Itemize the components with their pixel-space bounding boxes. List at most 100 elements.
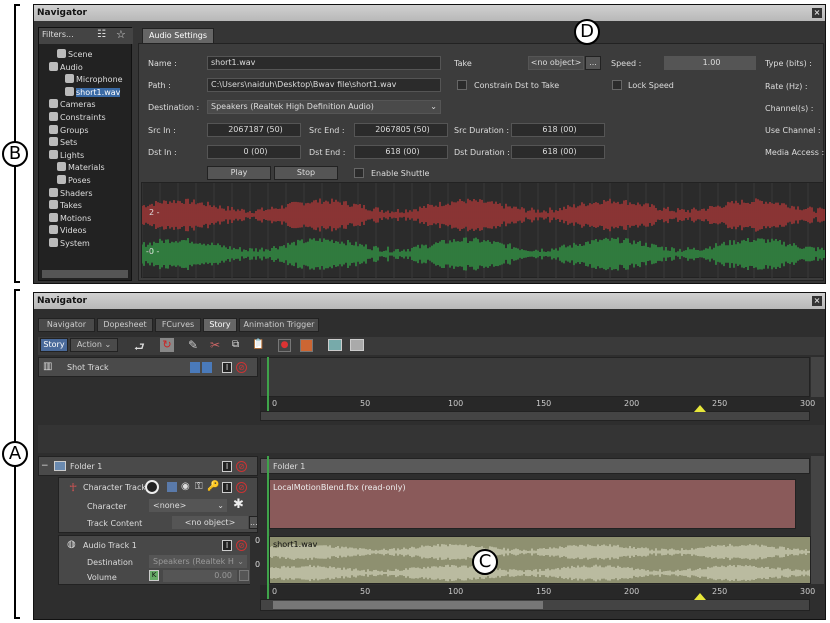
tree-h-scrollbar[interactable] <box>41 269 129 279</box>
volume-extra-icon[interactable] <box>239 570 249 581</box>
mode-story-button[interactable]: Story <box>40 338 68 352</box>
shot-h-scrollbar[interactable] <box>260 411 810 421</box>
paste-icon[interactable]: 📋 <box>252 339 264 350</box>
audio-clip[interactable]: short1.wav <box>269 536 811 584</box>
take-field[interactable]: <no object> <box>528 56 584 70</box>
tab-audio-settings[interactable]: Audio Settings <box>142 28 214 44</box>
shot-end-marker[interactable] <box>694 405 706 412</box>
media-access-label: Media Access : <box>765 148 825 157</box>
tree-item[interactable]: Cameras <box>49 99 96 111</box>
char-swap-icon[interactable] <box>167 482 177 492</box>
tab-navigator[interactable]: Navigator <box>38 318 95 332</box>
scroll-thumb[interactable] <box>273 601 543 609</box>
tab-story[interactable]: Story <box>203 318 237 332</box>
folder-mute-icon[interactable]: I <box>222 461 232 472</box>
character-clip[interactable]: LocalMotionBlend.fbx (read-only) <box>269 479 796 529</box>
audio-mute-icon[interactable]: I <box>222 540 232 551</box>
shot-playhead[interactable] <box>267 357 269 411</box>
tree-item[interactable]: Lights <box>49 149 84 162</box>
tab-animation-trigger[interactable]: Animation Trigger <box>239 318 319 332</box>
src-end-field[interactable]: 2067805 (50) <box>354 123 448 137</box>
volume-field[interactable]: 0.00 <box>163 570 237 582</box>
edit-icon[interactable]: ✎ <box>188 338 198 352</box>
audio-disable-icon[interactable]: ⊘ <box>236 540 247 551</box>
shuttle-checkbox[interactable] <box>354 168 364 178</box>
name-field[interactable]: short1.wav <box>207 56 441 70</box>
dst-end-field[interactable]: 618 (00) <box>354 145 448 159</box>
tree-item[interactable]: Scene <box>57 49 92 61</box>
cut-icon[interactable]: ✂ <box>210 338 220 352</box>
tree-node-icon <box>49 212 58 222</box>
folder-lane[interactable]: Folder 1 <box>260 458 810 474</box>
speed-field[interactable]: 1.00 <box>664 56 756 70</box>
target-circle-icon[interactable] <box>145 480 159 494</box>
shot-track-lane[interactable] <box>260 357 810 397</box>
shot-side-controls[interactable] <box>811 357 824 397</box>
constrain-checkbox[interactable] <box>457 80 467 90</box>
tab-fcurves[interactable]: FCurves <box>155 318 201 332</box>
record-icon[interactable]: ↻ <box>160 338 174 352</box>
undo-arrow-icon[interactable]: ⮐ <box>134 338 145 359</box>
copy-icon[interactable]: ⧉ <box>232 339 239 350</box>
tree-item[interactable]: Takes <box>49 200 82 212</box>
tab-dopesheet[interactable]: Dopesheet <box>97 318 153 332</box>
src-duration-field[interactable]: 618 (00) <box>511 123 605 137</box>
tree-item[interactable]: Shaders <box>49 187 93 200</box>
destination-select[interactable]: Speakers (Realtek High Definition Audio)… <box>207 100 441 114</box>
monitor-icon[interactable] <box>328 339 342 351</box>
tree-item[interactable]: Microphone <box>65 74 123 86</box>
tree-item[interactable]: Motions <box>49 212 91 225</box>
save-icon[interactable] <box>300 339 313 352</box>
stop-button[interactable]: Stop <box>274 166 338 180</box>
lock-speed-checkbox[interactable] <box>612 80 622 90</box>
tree-item[interactable]: short1.wav <box>65 86 121 99</box>
tree-item[interactable]: Constraints <box>49 112 106 124</box>
dst-duration-field[interactable]: 618 (00) <box>511 145 605 159</box>
timeline-ruler[interactable] <box>260 585 810 599</box>
tree-item[interactable]: System <box>49 238 90 250</box>
list-view-icon[interactable]: ☷ <box>97 29 106 40</box>
char-visibility-icon[interactable]: ◉ <box>181 481 190 492</box>
render-icon[interactable]: ● <box>278 339 291 352</box>
collapse-icon[interactable]: − <box>41 461 49 471</box>
timeline-h-scrollbar[interactable] <box>260 599 810 611</box>
close-icon[interactable]: × <box>812 8 822 18</box>
tracks-side-controls[interactable] <box>811 456 824 584</box>
monitor-alt-icon[interactable] <box>350 339 364 351</box>
shot-disable-icon[interactable]: ⊘ <box>236 362 247 373</box>
play-button[interactable]: Play <box>207 166 271 180</box>
tree-item[interactable]: Groups <box>49 124 89 137</box>
tree-item[interactable]: Materials <box>57 162 105 174</box>
shot-view-icon[interactable] <box>190 362 200 373</box>
folder-disable-icon[interactable]: ⊘ <box>236 461 247 472</box>
char-lock-icon[interactable]: 🔑 <box>207 481 219 492</box>
splitter[interactable] <box>38 425 824 453</box>
tree-item[interactable]: Poses <box>57 175 91 187</box>
mode-action-select[interactable]: Action ⌄ <box>70 338 118 352</box>
track-content-browse-button[interactable]: ... <box>249 516 258 529</box>
char-disable-icon[interactable]: ⊘ <box>236 482 247 493</box>
take-browse-button[interactable]: ... <box>585 56 601 70</box>
track-content-field[interactable]: <no object> <box>172 516 248 529</box>
shot-view-alt-icon[interactable] <box>202 362 212 373</box>
shot-ruler[interactable] <box>260 397 810 411</box>
path-field[interactable]: C:\Users\naiduh\Desktop\Bwav file\short1… <box>207 78 441 92</box>
dst-in-field[interactable]: 0 (00) <box>207 145 301 159</box>
timeline-end-marker[interactable] <box>694 593 706 600</box>
src-in-field[interactable]: 2067187 (50) <box>207 123 301 137</box>
audio-destination-select[interactable]: Speakers (Realtek H ⌄ <box>149 555 247 568</box>
close-icon-bottom[interactable]: × <box>812 296 822 306</box>
volume-key-icon[interactable]: K <box>149 570 159 581</box>
timeline-playhead[interactable] <box>267 456 269 599</box>
tree-item[interactable]: Sets <box>49 137 77 149</box>
char-key-icon[interactable]: ⚿ <box>195 481 203 492</box>
character-select[interactable]: <none> ⌄ <box>149 499 227 512</box>
favorite-star-icon[interactable]: ☆ <box>116 28 126 41</box>
shot-mute-icon[interactable]: I <box>222 362 232 373</box>
tree-item[interactable]: Videos <box>49 225 87 237</box>
track-content-label: Track Content <box>87 519 143 528</box>
character-figure-icon[interactable]: ✱ <box>233 497 244 512</box>
filters-button[interactable]: Filters... <box>42 30 74 39</box>
tree-item[interactable]: Audio <box>49 61 83 74</box>
char-mute-icon[interactable]: I <box>222 482 232 493</box>
